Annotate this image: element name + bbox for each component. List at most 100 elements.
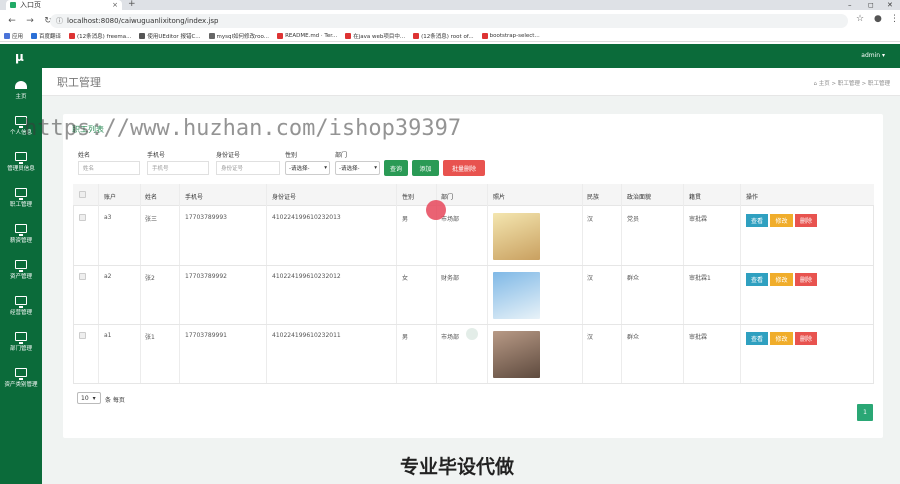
minimize-icon[interactable]: – <box>848 0 852 10</box>
forward-icon[interactable]: → <box>24 16 36 26</box>
employee-photo <box>493 331 540 378</box>
page-header <box>42 68 900 96</box>
cell-political: 党员 <box>627 216 640 223</box>
sidebar-item-4[interactable]: 薪资管理 <box>0 216 42 252</box>
banner-text: 专业毕设代做 <box>400 456 515 478</box>
bookmark-item[interactable]: README.md · Ter... <box>277 33 337 39</box>
browser-tab[interactable]: 入口页 × <box>6 0 122 10</box>
bookmark-label: 使用UEditor 报错C... <box>147 34 201 40</box>
sidebar-item-label: 资产类别管理 <box>4 382 38 388</box>
delete-button[interactable]: 删除 <box>795 214 817 227</box>
view-button[interactable]: 查看 <box>746 214 768 227</box>
sidebar-item-5[interactable]: 资产管理 <box>0 252 42 288</box>
bookmark-label: 应用 <box>12 34 24 40</box>
monitor-icon <box>15 368 27 380</box>
window-close-icon[interactable]: ✕ <box>887 0 893 10</box>
column-header: 姓名 <box>145 194 158 201</box>
bookmark-item[interactable]: 应用 <box>4 32 23 40</box>
bookmark-item[interactable]: bootstrap-select... <box>481 33 540 39</box>
delete-button[interactable]: 删除 <box>795 332 817 345</box>
monitor-icon <box>15 224 27 236</box>
edit-button[interactable]: 修改 <box>770 214 793 227</box>
bookmark-icon <box>4 33 10 39</box>
top-navbar <box>0 44 900 68</box>
page-size-value: 10 <box>81 394 89 402</box>
sidebar-item-3[interactable]: 职工管理 <box>0 180 42 216</box>
phone-input[interactable]: 手机号 <box>147 161 209 175</box>
bookmarks-bar: 应用 百度翻译 (12条消息) freema... 使用UEditor 报错C... m… <box>0 31 900 42</box>
sidebar-item-label: 经营管理 <box>9 310 32 316</box>
column-header: 手机号 <box>185 194 204 201</box>
view-button[interactable]: 查看 <box>746 332 768 345</box>
page-1-button[interactable]: 1 <box>857 404 873 421</box>
dept-select[interactable]: -请选择- ▾ <box>335 161 380 175</box>
sidebar-item-2[interactable]: 管理员信息 <box>0 144 42 180</box>
edit-button[interactable]: 修改 <box>770 332 793 345</box>
gender-select-value: -请选择- <box>289 166 310 172</box>
column-header: 籍贯 <box>689 194 702 201</box>
select-all-checkbox[interactable] <box>79 191 86 198</box>
profile-icon[interactable]: ● <box>874 14 882 24</box>
sidebar-item-7[interactable]: 部门管理 <box>0 324 42 360</box>
user-menu[interactable]: admin ▾ <box>861 52 885 59</box>
menu-icon[interactable]: ⋮ <box>890 14 899 24</box>
cell-ethnic: 汉 <box>587 334 594 341</box>
sidebar-item-6[interactable]: 经营管理 <box>0 288 42 324</box>
batch-delete-button[interactable]: 批量删除 <box>443 160 485 176</box>
page-size-select[interactable]: 10 ▾ <box>77 392 101 404</box>
idcard-label: 身份证号 <box>216 152 241 159</box>
column-header: 部门 <box>441 194 454 201</box>
breadcrumb-text[interactable]: 主页 > 职工管理 > 职工管理 <box>819 81 890 87</box>
bookmark-icon <box>345 33 352 39</box>
cell-name: 张1 <box>145 334 155 341</box>
view-button[interactable]: 查看 <box>746 273 768 286</box>
breadcrumb: ⌂ 主页 > 职工管理 > 职工管理 <box>814 79 890 87</box>
row-checkbox[interactable] <box>79 332 86 339</box>
bookmark-icon <box>139 33 146 39</box>
search-button[interactable]: 查询 <box>384 160 408 176</box>
bookmark-item[interactable]: mysql如何修改roo... <box>208 32 269 40</box>
bookmark-star-icon[interactable]: ☆ <box>856 14 864 24</box>
name-input[interactable]: 姓名 <box>78 161 140 175</box>
bookmark-item[interactable]: 使用UEditor 报错C... <box>139 32 201 40</box>
sidebar-item-0[interactable]: 主页 <box>0 72 42 108</box>
employee-photo <box>493 272 540 319</box>
monitor-icon <box>15 188 27 200</box>
back-icon[interactable]: ← <box>6 16 18 26</box>
cell-dept: 财务部 <box>441 275 460 282</box>
add-button[interactable]: 添加 <box>412 160 439 176</box>
cell-idcard: 410224199610232013 <box>272 214 341 221</box>
column-header: 性别 <box>402 194 415 201</box>
app-logo: μ <box>15 50 24 64</box>
sidebar-item-label: 主页 <box>15 93 27 100</box>
cell-phone: 17703789993 <box>185 214 227 221</box>
bookmark-item[interactable]: 在java web项目中... <box>345 32 405 40</box>
monitor-icon <box>15 260 27 272</box>
bookmark-label: 在java web项目中... <box>353 34 406 40</box>
sidebar-item-8[interactable]: 资产类别管理 <box>0 360 42 396</box>
delete-button[interactable]: 删除 <box>795 273 817 286</box>
dashboard-icon <box>15 80 27 89</box>
bookmark-item[interactable]: (12条消息) freema... <box>69 32 131 40</box>
gender-select[interactable]: -请选择- ▾ <box>285 161 330 175</box>
chevron-down-icon: ▾ <box>324 165 327 171</box>
row-checkbox[interactable] <box>79 273 86 280</box>
cursor-trail <box>466 328 478 340</box>
address-input[interactable]: ⓘ localhost:8080/caiwuguanlixitong/index… <box>50 14 848 28</box>
chevron-down-icon: ▾ <box>374 165 377 171</box>
chevron-down-icon: ▾ <box>92 394 96 402</box>
close-tab-icon[interactable]: × <box>112 0 118 10</box>
row-checkbox[interactable] <box>79 214 86 221</box>
bookmark-item[interactable]: (12条消息) root of... <box>413 32 474 40</box>
sidebar-item-label: 管理员信息 <box>7 166 35 172</box>
bookmark-item[interactable]: 百度翻译 <box>31 32 61 40</box>
cell-account: a2 <box>104 273 112 280</box>
idcard-input[interactable]: 身份证号 <box>216 161 280 175</box>
watermark-url: https://www.huzhan.com/ishop39397 <box>24 116 462 141</box>
new-tab-icon[interactable]: + <box>128 0 136 9</box>
maximize-icon[interactable]: ◻ <box>868 0 874 10</box>
favicon-icon <box>10 2 16 8</box>
edit-button[interactable]: 修改 <box>770 273 793 286</box>
cell-ethnic: 汉 <box>587 216 594 223</box>
phone-label: 手机号 <box>147 152 166 159</box>
